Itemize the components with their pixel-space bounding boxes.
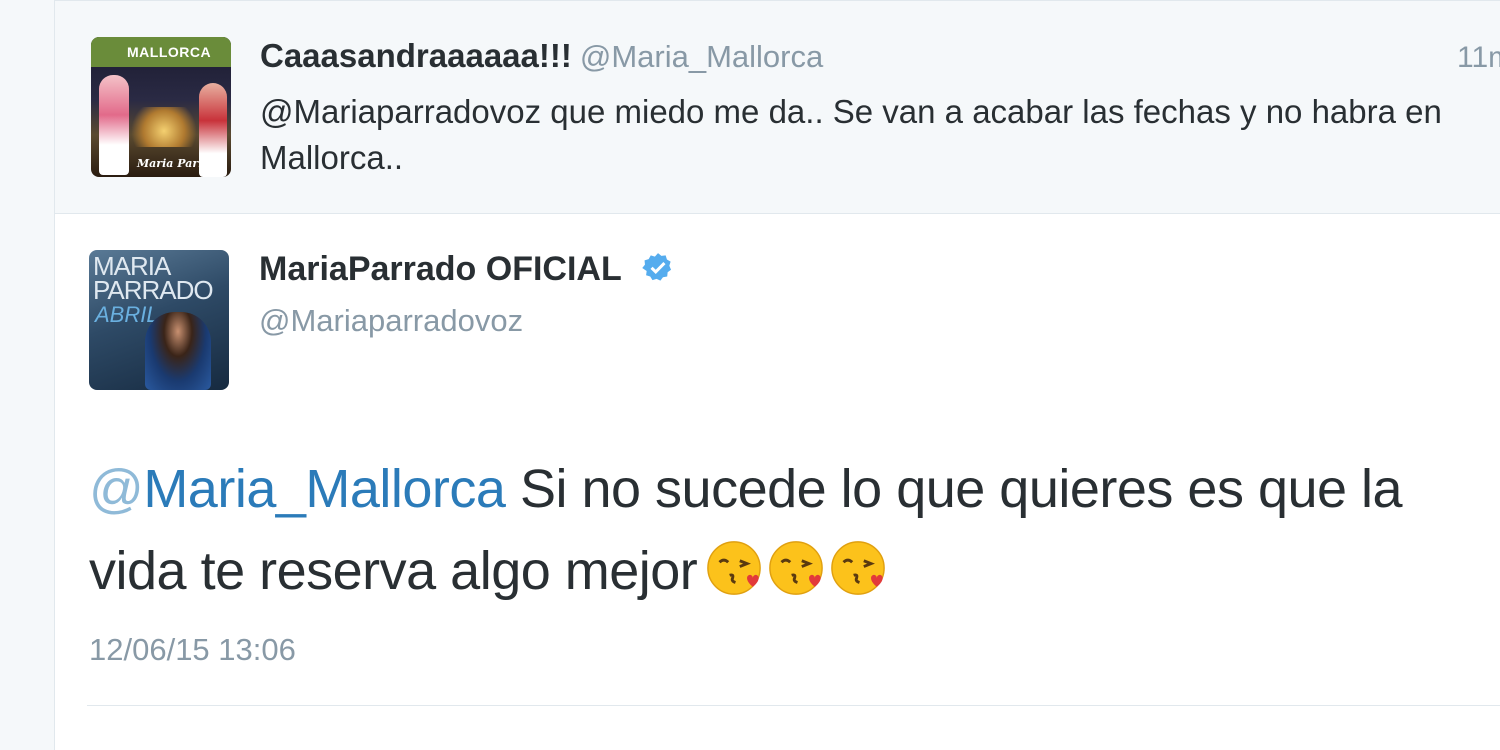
tweet-author[interactable]: MariaParrado OFICIAL <box>259 250 675 289</box>
avatar-title: MALLORCA <box>127 44 212 60</box>
avatar-text: ABRIL <box>95 302 159 327</box>
avatar-photo <box>145 312 211 390</box>
mention-name: Maria_Mallorca <box>143 459 506 519</box>
kissing-face-heart-emoji <box>829 538 887 596</box>
mention-at: @ <box>89 459 144 519</box>
avatar-figure <box>99 75 129 175</box>
tweet-author[interactable]: Caaasandraaaaaa!!! @Maria_Mallorca <box>260 37 823 75</box>
user-handle[interactable]: @Mariaparradovoz <box>259 303 523 339</box>
tweet-text: @Mariaparradovoz que miedo me da.. Se va… <box>260 93 1442 176</box>
avatar[interactable]: MALLORCA Maria Parrado <box>91 37 231 177</box>
mention-link[interactable]: @Maria_Mallorca <box>89 459 506 519</box>
verified-badge-icon <box>641 253 671 281</box>
kissing-face-heart-emoji <box>705 538 763 596</box>
divider <box>87 705 1500 706</box>
user-handle[interactable]: @Maria_Mallorca <box>580 39 823 74</box>
emoji-group <box>705 538 891 620</box>
tweet-timestamp[interactable]: 12/06/15 13:06 <box>89 632 296 668</box>
kissing-face-heart-emoji <box>767 538 825 596</box>
tweet-timeline: MALLORCA Maria Parrado Caaasandraaaaaa!!… <box>54 0 1500 750</box>
avatar-text: PARRADO <box>93 275 214 305</box>
in-reply-to-tweet[interactable]: MALLORCA Maria Parrado Caaasandraaaaaa!!… <box>55 0 1500 214</box>
tweet-text: @Maria_Mallorca Si no sucede lo que quie… <box>89 448 1489 620</box>
avatar-lights <box>131 107 197 147</box>
left-gutter <box>0 0 54 750</box>
display-name[interactable]: MariaParrado OFICIAL <box>259 250 621 288</box>
tweet-time[interactable]: 11m <box>1457 41 1500 75</box>
display-name[interactable]: Caaasandraaaaaa!!! <box>260 37 572 74</box>
avatar[interactable]: MARIA PARRADO ABRIL <box>89 250 229 390</box>
avatar-signature: Maria Parrado <box>137 157 227 170</box>
